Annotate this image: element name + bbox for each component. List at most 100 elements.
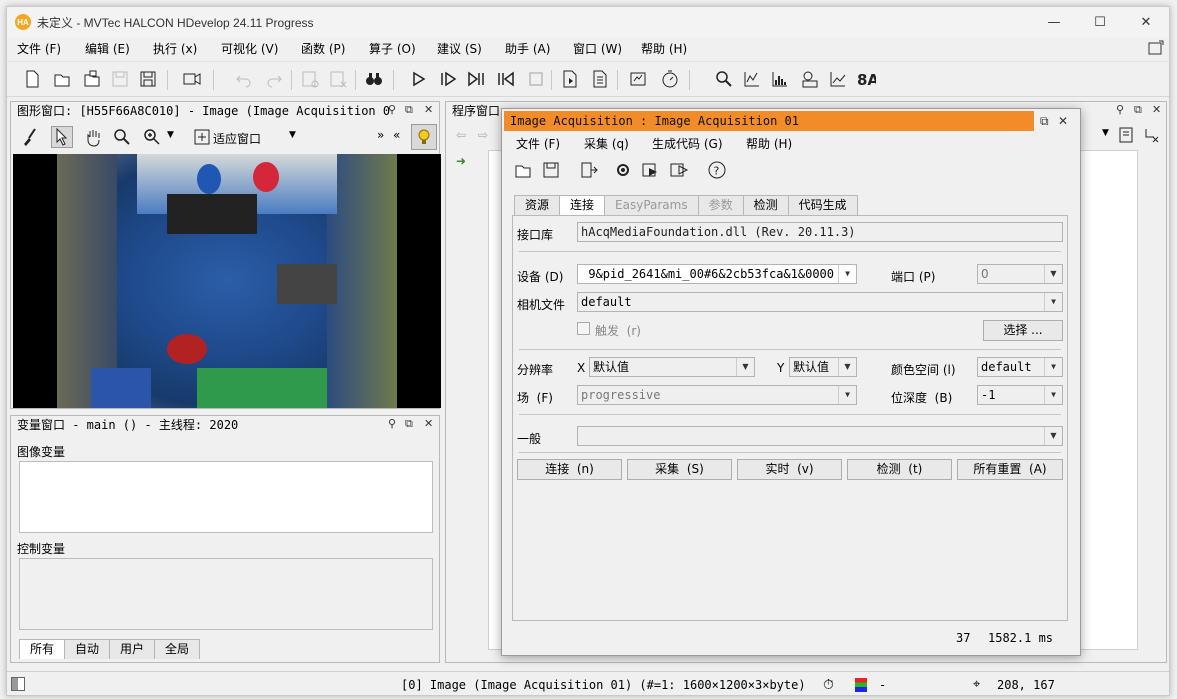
zoom-dropdown-arrow-icon[interactable]: ▼	[167, 130, 174, 140]
hand-pan-icon[interactable]	[83, 126, 105, 148]
resolution-y-select[interactable]: 默认值 ▼	[789, 357, 857, 377]
status-layout-icon[interactable]	[11, 677, 25, 691]
step-out-icon[interactable]	[495, 68, 517, 90]
tab-auto[interactable]: 自动	[64, 639, 111, 659]
resolution-x-select[interactable]: 默认值 ▼	[589, 357, 755, 377]
feature-inspection-icon[interactable]	[827, 68, 849, 90]
open-file-icon[interactable]	[51, 68, 73, 90]
tab-global[interactable]: 全局	[154, 639, 201, 659]
general-select[interactable]: ▼	[577, 426, 1063, 446]
collapse-icon[interactable]: «	[393, 128, 400, 142]
stopwatch-icon[interactable]	[659, 68, 681, 90]
procedure-edit-icon[interactable]	[1116, 124, 1138, 146]
dialog-insert-code-icon[interactable]	[578, 159, 600, 181]
help-context-icon[interactable]	[1145, 37, 1167, 59]
dialog-settings-icon[interactable]	[612, 159, 634, 181]
pointer-icon[interactable]	[51, 126, 73, 148]
menu-assistants[interactable]: 助手 (A)	[505, 40, 550, 57]
detect-button[interactable]: 检测 (t)	[847, 459, 952, 480]
step-into-icon[interactable]	[465, 68, 487, 90]
dialog-menu-help[interactable]: 帮助 (H)	[746, 135, 792, 152]
control-variables-list[interactable]	[19, 558, 433, 630]
fit-dropdown-arrow-icon[interactable]: ▼	[289, 130, 296, 140]
dialog-open-icon[interactable]	[512, 159, 534, 181]
menu-edit[interactable]: 编辑 (E)	[85, 40, 130, 57]
zoom-icon[interactable]	[713, 68, 735, 90]
minimize-button[interactable]: —	[1031, 7, 1077, 37]
save-icon[interactable]	[137, 68, 159, 90]
image-variables-list[interactable]	[19, 461, 433, 533]
menu-functions[interactable]: 函数 (P)	[301, 40, 345, 57]
camera-icon[interactable]	[181, 68, 203, 90]
menu-suggestions[interactable]: 建议 (S)	[437, 40, 482, 57]
binoculars-icon[interactable]	[363, 68, 385, 90]
select-camera-file-button[interactable]: 选择 ...	[983, 320, 1063, 341]
line-profile-icon[interactable]	[741, 68, 763, 90]
run-icon[interactable]	[407, 68, 429, 90]
tab-inspect[interactable]: 检测	[742, 195, 789, 215]
menu-window[interactable]: 窗口 (W)	[573, 40, 622, 57]
feature-histogram-icon[interactable]	[799, 68, 821, 90]
dialog-snap-icon[interactable]	[640, 159, 662, 181]
pin-icon[interactable]: ⚲	[388, 103, 396, 116]
chevron-down-icon: ▼	[838, 386, 856, 404]
procedure-dropdown-icon[interactable]: ▼	[1102, 128, 1109, 138]
ocr-icon[interactable]: 8A	[855, 68, 877, 90]
menu-execute[interactable]: 执行 (x)	[153, 40, 197, 57]
close-button[interactable]: ✕	[1123, 7, 1169, 37]
live-button[interactable]: 实时 (v)	[737, 459, 842, 480]
float-icon[interactable]: ⧉	[405, 417, 413, 431]
menu-file[interactable]: 文件 (F)	[17, 40, 61, 57]
new-file-icon[interactable]	[21, 68, 43, 90]
menu-help[interactable]: 帮助 (H)	[641, 40, 687, 57]
tab-all[interactable]: 所有	[19, 639, 66, 659]
dialog-save-icon[interactable]	[540, 159, 562, 181]
camera-file-select[interactable]: default ▼	[577, 292, 1063, 312]
menu-operators[interactable]: 算子 (O)	[369, 40, 416, 57]
tab-code-generation[interactable]: 代码生成	[787, 195, 858, 215]
step-over-icon[interactable]	[437, 68, 459, 90]
pin-icon[interactable]: ⚲	[388, 417, 396, 430]
close-panel-icon[interactable]: ✕	[424, 103, 433, 116]
float-icon[interactable]: ⧉	[405, 103, 413, 117]
procedure-delete-icon[interactable]	[1140, 124, 1162, 146]
forward-arrow-icon[interactable]: ⇨	[478, 128, 488, 142]
open-example-icon[interactable]	[81, 68, 103, 90]
clear-brush-icon[interactable]	[19, 126, 41, 148]
bitdepth-select[interactable]: -1 ▼	[977, 385, 1063, 405]
histogram-icon[interactable]	[769, 68, 791, 90]
dialog-menu-acquire[interactable]: 采集 (q)	[584, 135, 629, 152]
dialog-menu-codegen[interactable]: 生成代码 (G)	[652, 135, 723, 152]
assistant-icon[interactable]	[627, 68, 649, 90]
tab-user[interactable]: 用户	[109, 639, 156, 659]
program-listing-icon[interactable]	[589, 68, 611, 90]
close-panel-icon[interactable]: ✕	[424, 417, 433, 430]
pin-icon[interactable]: ⚲	[1116, 103, 1124, 116]
tab-connection[interactable]: 连接	[559, 195, 606, 215]
dialog-live-icon[interactable]	[668, 159, 690, 181]
expand-icon[interactable]: »	[377, 128, 384, 142]
dialog-help-icon[interactable]: ?	[706, 159, 728, 181]
reset-all-button[interactable]: 所有重置 (A)	[957, 459, 1063, 480]
maximize-button[interactable]: ☐	[1077, 7, 1123, 37]
zoom-in-icon[interactable]	[141, 126, 163, 148]
dialog-menu-file[interactable]: 文件 (F)	[516, 135, 560, 152]
dialog-close-icon[interactable]: ✕	[1058, 114, 1068, 128]
magnifier-icon[interactable]	[111, 126, 133, 148]
fit-window-label[interactable]: 适应窗口	[213, 130, 261, 147]
fit-window-icon[interactable]	[191, 126, 213, 148]
dialog-float-icon[interactable]: ⧉	[1040, 114, 1049, 129]
float-icon[interactable]: ⧉	[1134, 103, 1142, 117]
colorspace-select[interactable]: default ▼	[977, 357, 1063, 377]
device-select[interactable]: 9&pid_2641&mi_00#6&2cb53fca&1&0000 ▼	[577, 264, 857, 284]
back-arrow-icon[interactable]: ⇦	[456, 128, 466, 142]
trigger-checkbox[interactable]	[577, 322, 590, 335]
connect-button[interactable]: 连接 (n)	[517, 459, 622, 480]
graphics-canvas[interactable]	[13, 154, 441, 408]
acquire-button[interactable]: 采集 (S)	[627, 459, 732, 480]
menu-visualize[interactable]: 可视化 (V)	[221, 40, 278, 57]
reset-program-icon[interactable]	[559, 68, 581, 90]
tab-resources[interactable]: 资源	[514, 195, 561, 215]
close-panel-icon[interactable]: ✕	[1152, 103, 1161, 116]
lightbulb-icon[interactable]	[411, 124, 437, 150]
